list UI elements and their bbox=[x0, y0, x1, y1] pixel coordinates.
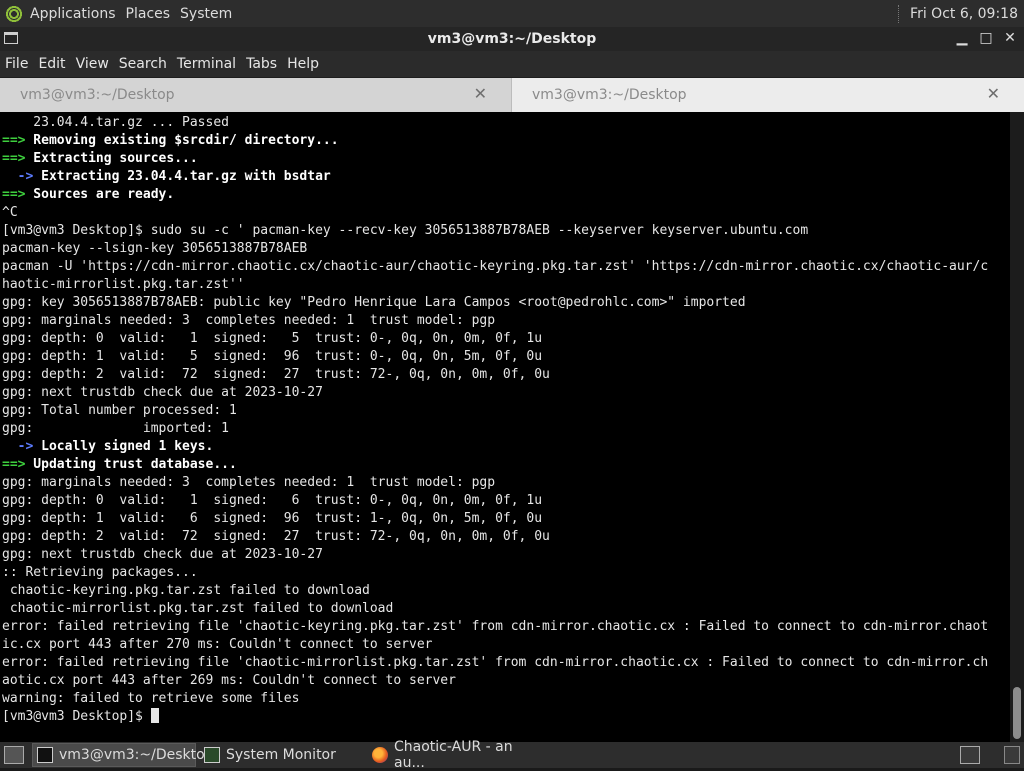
terminal-line: gpg: key 3056513887B78AEB: public key "P… bbox=[2, 295, 746, 310]
window-titlebar[interactable]: vm3@vm3:~/Desktop ▁ □ ✕ bbox=[0, 27, 1024, 51]
terminal-line: [vm3@vm3 Desktop]$ bbox=[2, 708, 1010, 726]
task-terminal[interactable]: vm3@vm3:~/Desktop bbox=[32, 743, 214, 767]
terminal-line: haotic-mirrorlist.pkg.tar.zst'' bbox=[2, 277, 245, 292]
terminal-line: error: failed retrieving file 'chaotic-k… bbox=[2, 619, 989, 634]
terminal-line: ==> Extracting sources... bbox=[2, 151, 198, 166]
terminal-line: ic.cx port 443 after 270 ms: Couldn't co… bbox=[2, 637, 433, 652]
window-title: vm3@vm3:~/Desktop bbox=[427, 31, 597, 47]
terminal-line: gpg: depth: 2 valid: 72 signed: 27 trust… bbox=[2, 367, 550, 382]
terminal-line: chaotic-mirrorlist.pkg.tar.zst failed to… bbox=[2, 601, 394, 616]
system-menu[interactable]: System bbox=[180, 6, 232, 22]
menu-file[interactable]: File bbox=[0, 56, 33, 72]
terminal-line: gpg: Total number processed: 1 bbox=[2, 403, 237, 418]
system-monitor-icon bbox=[204, 747, 220, 763]
menu-view[interactable]: View bbox=[71, 56, 114, 72]
tab-close-icon[interactable]: ✕ bbox=[474, 86, 487, 102]
firefox-icon bbox=[372, 747, 388, 763]
clock[interactable]: Fri Oct 6, 09:18 bbox=[910, 6, 1018, 22]
window-menu-icon[interactable] bbox=[4, 32, 18, 44]
trash-icon[interactable] bbox=[1004, 746, 1020, 764]
tab-label: vm3@vm3:~/Desktop bbox=[20, 87, 175, 103]
top-panel: Applications Places System Fri Oct 6, 09… bbox=[0, 0, 1024, 27]
terminal-line: ^C bbox=[2, 205, 18, 220]
terminal-line: chaotic-keyring.pkg.tar.zst failed to do… bbox=[2, 583, 370, 598]
applications-menu[interactable]: Applications bbox=[30, 6, 116, 22]
terminal-line: ==> Sources are ready. bbox=[2, 187, 175, 202]
terminal-line: 23.04.4.tar.gz ... Passed bbox=[2, 115, 229, 130]
terminal-line: gpg: marginals needed: 3 completes neede… bbox=[2, 475, 496, 490]
terminal-line: gpg: marginals needed: 3 completes neede… bbox=[2, 313, 496, 328]
terminal-line: ==> Removing existing $srcdir/ directory… bbox=[2, 133, 339, 148]
terminal-line: pacman -U 'https://cdn-mirror.chaotic.cx… bbox=[2, 259, 989, 274]
terminal-line: gpg: depth: 2 valid: 72 signed: 27 trust… bbox=[2, 529, 550, 544]
panel-separator bbox=[898, 4, 900, 23]
menubar: File Edit View Search Terminal Tabs Help bbox=[0, 51, 1024, 78]
terminal-line: gpg: depth: 1 valid: 5 signed: 96 trust:… bbox=[2, 349, 543, 364]
terminal-line: error: failed retrieving file 'chaotic-m… bbox=[2, 655, 989, 670]
menu-help[interactable]: Help bbox=[282, 56, 324, 72]
terminal-line: gpg: depth: 0 valid: 1 signed: 5 trust: … bbox=[2, 331, 543, 346]
terminal-line: aotic.cx port 443 after 269 ms: Couldn't… bbox=[2, 673, 456, 688]
places-menu[interactable]: Places bbox=[126, 6, 171, 22]
task-label: vm3@vm3:~/Desktop bbox=[59, 747, 214, 763]
terminal-line: ==> Updating trust database... bbox=[2, 457, 237, 472]
menu-tabs[interactable]: Tabs bbox=[241, 56, 282, 72]
show-desktop-icon[interactable] bbox=[4, 746, 24, 764]
workspace-switcher-icon[interactable] bbox=[960, 746, 980, 764]
terminal-line: -> Locally signed 1 keys. bbox=[2, 439, 214, 454]
maximize-icon[interactable]: □ bbox=[978, 29, 994, 47]
terminal-line: gpg: depth: 1 valid: 6 signed: 96 trust:… bbox=[2, 511, 543, 526]
terminal-line: warning: failed to retrieve some files bbox=[2, 691, 300, 706]
terminal-output[interactable]: 23.04.4.tar.gz ... Passed ==> Removing ex… bbox=[0, 112, 1010, 742]
terminal-line: :: Retrieving packages... bbox=[2, 565, 198, 580]
tab-1[interactable]: vm3@vm3:~/Desktop ✕ bbox=[0, 78, 512, 112]
menu-edit[interactable]: Edit bbox=[33, 56, 70, 72]
menu-search[interactable]: Search bbox=[114, 56, 172, 72]
minimize-icon[interactable]: ▁ bbox=[954, 29, 970, 47]
window-controls: ▁ □ ✕ bbox=[954, 29, 1018, 47]
tab-label: vm3@vm3:~/Desktop bbox=[532, 87, 687, 103]
menu-terminal[interactable]: Terminal bbox=[172, 56, 241, 72]
tab-2[interactable]: vm3@vm3:~/Desktop ✕ bbox=[512, 78, 1024, 112]
task-system-monitor[interactable]: System Monitor bbox=[200, 743, 364, 767]
tab-bar: vm3@vm3:~/Desktop ✕ vm3@vm3:~/Desktop ✕ bbox=[0, 78, 1024, 112]
terminal-line: pacman-key --lsign-key 3056513887B78AEB bbox=[2, 241, 308, 256]
distro-logo-icon[interactable] bbox=[4, 3, 24, 24]
terminal-line: gpg: imported: 1 bbox=[2, 421, 229, 436]
terminal-scrollbar[interactable] bbox=[1010, 112, 1024, 742]
scrollbar-thumb[interactable] bbox=[1013, 687, 1021, 739]
terminal-line: gpg: depth: 0 valid: 1 signed: 6 trust: … bbox=[2, 493, 543, 508]
terminal-cursor bbox=[150, 708, 159, 723]
terminal-line: gpg: next trustdb check due at 2023-10-2… bbox=[2, 547, 323, 562]
task-label: Chaotic-AUR - an au... bbox=[394, 739, 513, 771]
bottom-taskbar: vm3@vm3:~/Desktop System Monitor Chaotic… bbox=[0, 739, 1024, 771]
tab-close-icon[interactable]: ✕ bbox=[987, 86, 1000, 102]
terminal-icon bbox=[37, 747, 53, 763]
terminal-line: gpg: next trustdb check due at 2023-10-2… bbox=[2, 385, 323, 400]
task-firefox[interactable]: Chaotic-AUR - an au... bbox=[368, 739, 532, 771]
close-icon[interactable]: ✕ bbox=[1002, 29, 1018, 47]
terminal-line: [vm3@vm3 Desktop]$ sudo su -c ' pacman-k… bbox=[2, 223, 809, 238]
terminal-line: -> Extracting 23.04.4.tar.gz with bsdtar bbox=[2, 169, 331, 184]
task-label: System Monitor bbox=[226, 747, 336, 763]
